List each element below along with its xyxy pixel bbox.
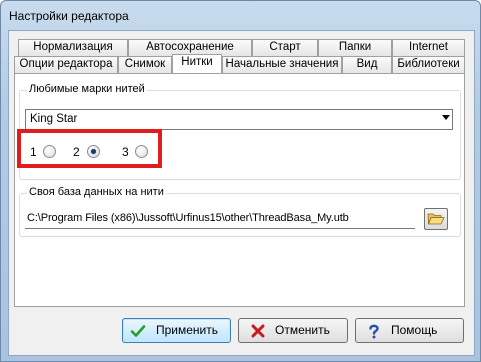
thread-brand-value: King Star <box>30 113 78 125</box>
database-path-field[interactable]: C:\Program Files (x86)\Jussoft\Urfinus15… <box>25 209 415 229</box>
database-path-value: C:\Program Files (x86)\Jussoft\Urfinus15… <box>27 212 349 224</box>
tab-internet[interactable]: Internet <box>392 39 465 56</box>
tab-folders[interactable]: Папки <box>318 39 392 56</box>
thread-brand-dropdown[interactable]: King Star <box>25 109 453 130</box>
cancel-button-label: Отменить <box>275 323 330 337</box>
cancel-button[interactable]: Отменить <box>238 318 348 343</box>
tab-view[interactable]: Вид <box>342 56 392 73</box>
apply-button-label: Применить <box>156 323 219 337</box>
help-button[interactable]: Помощь <box>355 318 464 343</box>
red-highlight-box <box>17 129 162 168</box>
tab-start[interactable]: Старт <box>252 39 318 56</box>
tab-editor-options[interactable]: Опции редактора <box>14 56 118 73</box>
tab-normalization[interactable]: Нормализация <box>18 39 128 56</box>
chevron-down-icon[interactable] <box>442 115 450 120</box>
favorites-group-label: Любимые марки нитей <box>27 83 147 95</box>
help-icon <box>369 324 379 339</box>
help-button-label: Помощь <box>391 323 438 337</box>
close-icon <box>251 324 265 338</box>
tab-libraries[interactable]: Библиотеки <box>392 56 465 73</box>
window-title: Настройки редактора <box>9 9 129 23</box>
database-group-label: Своя база данных на нити <box>27 186 166 198</box>
checkmark-icon <box>130 325 146 337</box>
folder-open-icon <box>427 213 445 225</box>
dialog-window: Настройки редактора Нормализация Автосох… <box>0 0 481 362</box>
tab-threads[interactable]: Нитки <box>172 54 222 73</box>
browse-database-button[interactable] <box>424 208 448 230</box>
tab-snapshot[interactable]: Снимок <box>118 56 172 73</box>
apply-button[interactable]: Применить <box>122 318 231 343</box>
tab-initial-values[interactable]: Начальные значения <box>222 56 342 73</box>
